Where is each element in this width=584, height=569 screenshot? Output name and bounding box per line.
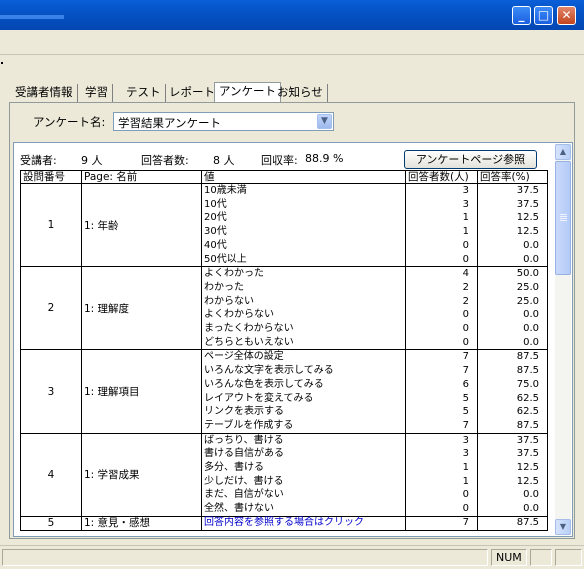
answer-count: 7 bbox=[405, 515, 478, 531]
answer-counts: 7 7 6 5 5 7 bbox=[405, 349, 478, 434]
survey-select[interactable]: 学習結果アンケート ▼ bbox=[113, 112, 334, 131]
table-row: 4 1: 学習成果 ばっちり、書ける 書ける自信がある 多分、書ける 少しだけ、… bbox=[20, 432, 548, 517]
survey-page-button[interactable]: アンケートページ参照 bbox=[404, 150, 537, 169]
scroll-down-button[interactable]: ▼ bbox=[555, 519, 571, 535]
survey-name-label: アンケート名: bbox=[33, 115, 106, 129]
tab-learning[interactable]: 学習 bbox=[81, 84, 113, 102]
table-row: 5 1: 意見・感想 回答内容を参照する場合はクリック 7 87.5 bbox=[20, 515, 548, 531]
tab-survey[interactable]: アンケート bbox=[214, 82, 282, 102]
title-sheen bbox=[0, 15, 64, 19]
answer-options-text: よくわかった わかった わからない よくわからない まったくわからない どちらと… bbox=[204, 268, 294, 348]
maximize-icon: □ bbox=[537, 8, 550, 22]
maximize-button[interactable]: □ bbox=[534, 6, 553, 25]
table-row: 1 1: 年齢 10歳未満 10代 20代 30代 40代 50代以上 3 3 … bbox=[20, 182, 548, 268]
answer-options: よくわかった わかった わからない よくわからない まったくわからない どちらと… bbox=[201, 266, 406, 351]
table-row: 2 1: 理解度 よくわかった わかった わからない よくわからない まったくわ… bbox=[20, 266, 548, 351]
question-name: 1: 意見・感想 bbox=[81, 515, 202, 531]
answer-rates: 87.5 87.5 75.0 62.5 62.5 87.5 bbox=[477, 349, 548, 434]
answer-counts-text: 3 3 1 1 0 0 bbox=[462, 434, 469, 515]
answer-rate: 87.5 bbox=[477, 515, 548, 531]
chevron-down-icon: ▼ bbox=[321, 116, 328, 126]
grip-icon bbox=[560, 214, 567, 215]
question-number: 3 bbox=[20, 349, 82, 434]
answer-rates-text: 37.5 37.5 12.5 12.5 0.0 0.0 bbox=[516, 434, 539, 515]
answer-rates-text: 37.5 37.5 12.5 12.5 0.0 0.0 bbox=[516, 185, 539, 265]
answer-options-text: 10歳未満 10代 20代 30代 40代 50代以上 bbox=[204, 185, 247, 265]
results-frame: 受講者: 9 人 回答者数: 8 人 回収率: 88.9 % アンケートページ参… bbox=[13, 142, 573, 537]
answer-counts: 4 2 2 0 0 0 bbox=[405, 266, 478, 351]
response-rate-label: 回収率: bbox=[261, 154, 298, 167]
scroll-up-button[interactable]: ▲ bbox=[555, 144, 571, 160]
header-response-rate: 回答率(%) bbox=[477, 170, 548, 184]
tab-student-info[interactable]: 受講者情報 bbox=[11, 84, 78, 102]
menu-bar bbox=[0, 30, 584, 55]
answer-options-text: ばっちり、書ける 書ける自信がある 多分、書ける 少しだけ、書ける まだ、自信が… bbox=[204, 434, 284, 515]
title-bar: _ □ ✕ bbox=[0, 0, 584, 30]
tab-test[interactable]: テスト bbox=[122, 84, 166, 102]
view-answers-link[interactable]: 回答内容を参照する場合はクリック bbox=[201, 515, 406, 531]
answer-counts: 3 3 1 1 0 0 bbox=[405, 182, 478, 268]
toolbar-grip bbox=[1, 62, 3, 64]
minimize-icon: _ bbox=[518, 8, 525, 22]
answer-counts-text: 3 3 1 1 0 0 bbox=[462, 185, 469, 265]
vertical-scrollbar[interactable]: ▲ ▼ bbox=[555, 144, 571, 535]
table-row: 3 1: 理解項目 ページ全体の設定 いろんな文字を表示してみる いろんな色を表… bbox=[20, 349, 548, 434]
answer-rates: 37.5 37.5 12.5 12.5 0.0 0.0 bbox=[477, 432, 548, 517]
status-main-pane bbox=[2, 549, 488, 566]
respondents-value: 8 人 bbox=[213, 154, 235, 167]
students-label: 受講者: bbox=[20, 154, 57, 167]
question-name: 1: 理解項目 bbox=[81, 349, 202, 434]
tab-notices[interactable]: お知らせ bbox=[273, 84, 328, 102]
table-header-row: 設問番号 Page: 名前 値 回答者数(人) 回答率(%) bbox=[20, 170, 548, 184]
question-name: 1: 学習成果 bbox=[81, 432, 202, 517]
status-pane bbox=[555, 549, 582, 566]
answer-rates-text: 87.5 87.5 75.0 62.5 62.5 87.5 bbox=[516, 351, 539, 431]
survey-select-value: 学習結果アンケート bbox=[118, 116, 222, 130]
answer-counts-text: 7 7 6 5 5 7 bbox=[462, 351, 469, 431]
question-number: 2 bbox=[20, 266, 82, 351]
answer-options-text: ページ全体の設定 いろんな文字を表示してみる いろんな色を表示してみる レイアウ… bbox=[204, 351, 334, 431]
tab-report[interactable]: レポート bbox=[165, 84, 220, 102]
question-number: 4 bbox=[20, 432, 82, 517]
answer-counts-text: 4 2 2 0 0 0 bbox=[462, 268, 469, 348]
scroll-thumb[interactable] bbox=[555, 161, 571, 275]
answer-rates-text: 50.0 25.0 25.0 0.0 0.0 0.0 bbox=[516, 268, 539, 348]
status-pane bbox=[530, 549, 552, 566]
question-number: 1 bbox=[20, 182, 82, 268]
close-button[interactable]: ✕ bbox=[557, 6, 576, 25]
results-table: 設問番号 Page: 名前 値 回答者数(人) 回答率(%) 1 1: 年齢 1… bbox=[20, 170, 548, 531]
header-question-number: 設問番号 bbox=[20, 170, 82, 184]
question-name: 1: 理解度 bbox=[81, 266, 202, 351]
status-bar: NUM bbox=[0, 545, 584, 569]
students-value: 9 人 bbox=[81, 154, 103, 167]
header-respondent-count: 回答者数(人) bbox=[405, 170, 478, 184]
minimize-button[interactable]: _ bbox=[512, 6, 531, 25]
answer-rates: 50.0 25.0 25.0 0.0 0.0 0.0 bbox=[477, 266, 548, 351]
header-value: 値 bbox=[201, 170, 406, 184]
question-number: 5 bbox=[20, 515, 82, 531]
answer-counts: 3 3 1 1 0 0 bbox=[405, 432, 478, 517]
respondents-label: 回答者数: bbox=[141, 154, 189, 167]
toolbar bbox=[0, 55, 584, 79]
answer-options: 10歳未満 10代 20代 30代 40代 50代以上 bbox=[201, 182, 406, 268]
answer-options: ページ全体の設定 いろんな文字を表示してみる いろんな色を表示してみる レイアウ… bbox=[201, 349, 406, 434]
arrow-down-icon: ▼ bbox=[559, 522, 567, 531]
status-num-lock: NUM bbox=[491, 549, 527, 566]
survey-select-dropdown[interactable]: ▼ bbox=[317, 114, 332, 129]
response-rate-value: 88.9 % bbox=[305, 152, 344, 165]
arrow-up-icon: ▲ bbox=[559, 147, 567, 156]
question-name: 1: 年齢 bbox=[81, 182, 202, 268]
answer-options: ばっちり、書ける 書ける自信がある 多分、書ける 少しだけ、書ける まだ、自信が… bbox=[201, 432, 406, 517]
header-page-name: Page: 名前 bbox=[81, 170, 202, 184]
close-icon: ✕ bbox=[561, 8, 572, 22]
answer-rates: 37.5 37.5 12.5 12.5 0.0 0.0 bbox=[477, 182, 548, 268]
